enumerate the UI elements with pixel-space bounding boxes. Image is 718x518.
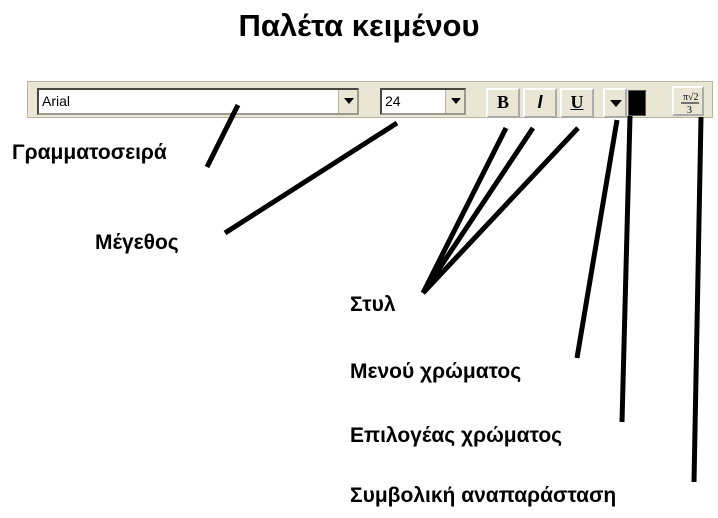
style-leader-line-bold bbox=[420, 126, 509, 295]
style-label: Στυλ bbox=[350, 293, 396, 316]
color-picker-label: Επιλογέας χρώματος bbox=[350, 424, 563, 447]
size-label: Μέγεθος bbox=[95, 231, 179, 254]
style-leader-line-underline bbox=[421, 126, 580, 295]
color-menu-leader-line bbox=[574, 119, 620, 359]
color-picker-leader-line bbox=[619, 115, 633, 423]
font-label: Γραμματοσειρά bbox=[12, 141, 167, 164]
symbolic-representation-label: Συμβολική αναπαράσταση bbox=[350, 484, 617, 507]
style-leader-line-italic bbox=[420, 126, 536, 295]
color-menu-label: Μενού χρώματος bbox=[350, 360, 522, 383]
size-leader-line bbox=[223, 120, 399, 236]
symbolic-leader-line bbox=[691, 116, 704, 483]
font-leader-line bbox=[204, 103, 241, 169]
